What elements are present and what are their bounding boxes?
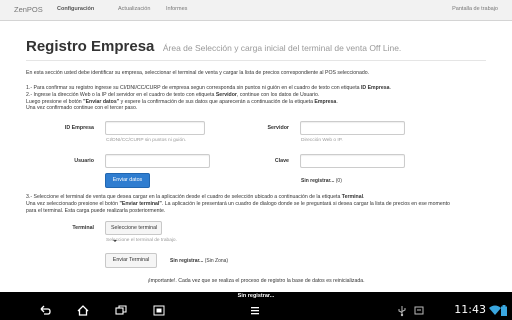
battery-icon (501, 305, 507, 316)
servidor-input[interactable] (300, 121, 405, 135)
intro-text: En esta sección usted debe identificar s… (26, 70, 370, 76)
usuario-input[interactable] (105, 154, 210, 168)
terminal-select[interactable]: Seleccione terminal (105, 221, 162, 242)
usb-icon (398, 306, 406, 317)
important-note: ¡Importante!. Cada vez que se realiza el… (147, 278, 365, 284)
screenshot-icon[interactable] (152, 304, 166, 317)
terminal-label: Terminal (72, 225, 94, 231)
header-divider (26, 60, 486, 61)
nav-item-configuracion[interactable]: Configuración (57, 6, 94, 12)
id-empresa-help: CI/DNI/CC/CURP sin puntos ni guión. (106, 138, 187, 143)
step3-instructions: 3.- Seleccione el terminal de venta que … (26, 194, 450, 214)
id-empresa-input[interactable] (105, 121, 205, 135)
enviar-terminal-button[interactable]: Enviar Terminal (105, 253, 157, 268)
menu-icon[interactable] (248, 304, 262, 317)
clock: 11:43 (454, 303, 486, 316)
terminal-help: Seleccione el terminal de trabajo. (106, 238, 177, 243)
page-subtitle: Área de Selección y carga inicial del te… (162, 43, 402, 53)
register-status: Sin registrar... (0) (301, 178, 342, 184)
brand-logo[interactable]: ZenPOS (14, 5, 43, 14)
top-navbar: ZenPOS Configuración Actualización Infor… (0, 0, 512, 21)
nav-item-actualizacion[interactable]: Actualización (118, 6, 150, 12)
terminal-status: Sin registrar... (Sin Zona) (170, 258, 229, 264)
home-icon[interactable] (76, 304, 90, 317)
servidor-help: Dirección Web o IP. (301, 138, 343, 143)
notification-icon (414, 306, 424, 315)
servidor-label: Servidor (267, 125, 290, 131)
id-empresa-label: ID Empresa (64, 125, 94, 131)
page-title: Registro Empresa (26, 38, 155, 55)
android-system-bar: 11:43 (0, 301, 512, 320)
steps-instructions: 1.- Para confirmar su registro ingrese s… (26, 85, 391, 112)
nav-item-informes[interactable]: Informes (166, 6, 187, 12)
page-header: Registro Empresa Área de Selección y car… (26, 38, 401, 56)
enviar-datos-button[interactable]: Enviar datos (105, 173, 150, 188)
usuario-label: Usuario (74, 158, 94, 164)
nav-item-pantalla-trabajo[interactable]: Pantalla de trabajo (452, 6, 498, 12)
recent-apps-icon[interactable] (114, 304, 128, 317)
clave-label: Clave (274, 158, 289, 164)
back-icon[interactable] (38, 304, 52, 317)
clave-input[interactable] (300, 154, 405, 168)
toast-message: Sin registrar... (0, 292, 512, 301)
